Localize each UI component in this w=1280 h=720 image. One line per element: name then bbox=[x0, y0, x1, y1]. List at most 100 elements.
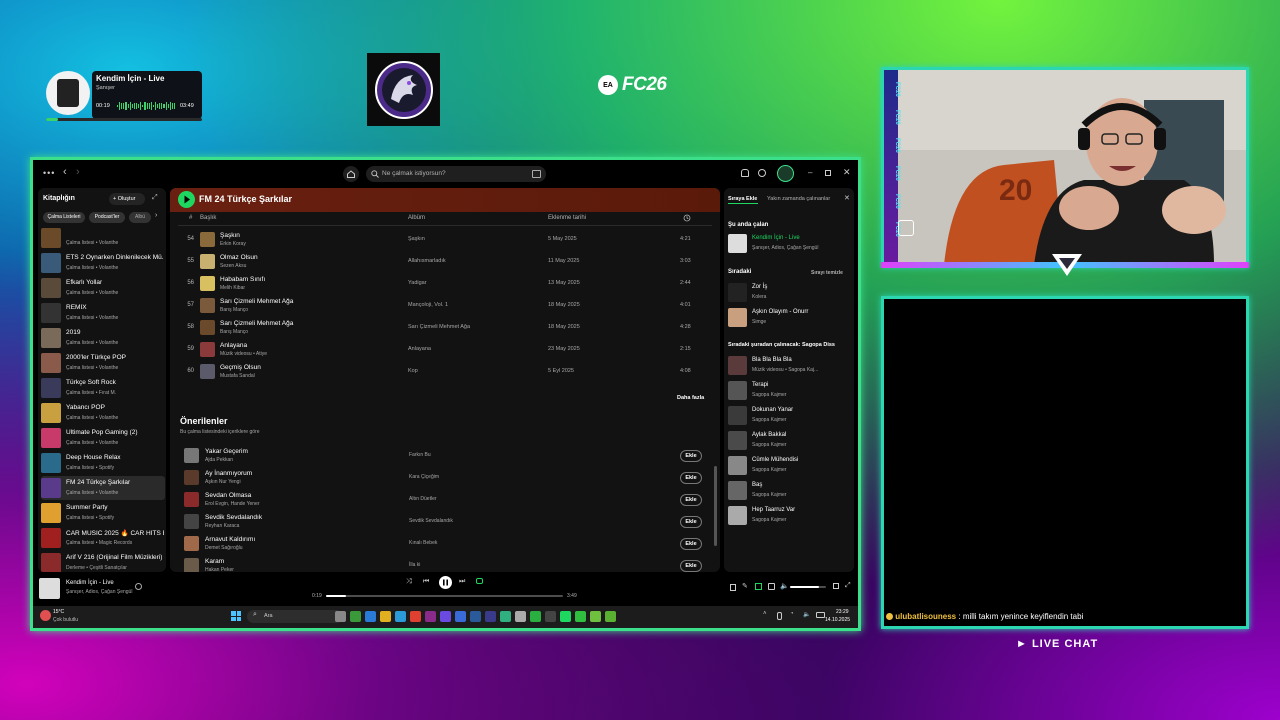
previous-icon[interactable]: ⏮ bbox=[423, 578, 429, 586]
recommendation-title[interactable]: Karam bbox=[205, 558, 224, 565]
recommendation-row[interactable]: Sevdan Olmasa Erol Evgin, Hande Yener Altı… bbox=[170, 489, 720, 511]
microphone-icon[interactable] bbox=[777, 612, 782, 620]
recommendation-album[interactable]: Altın Düetler bbox=[409, 496, 437, 502]
maximize-icon[interactable] bbox=[825, 170, 831, 176]
recommendation-title[interactable]: Sevdik Sevdalandık bbox=[205, 514, 262, 521]
recommendation-artist[interactable]: Aşkın Nur Yengi bbox=[205, 479, 241, 485]
app-icon[interactable] bbox=[500, 611, 511, 622]
next-icon[interactable]: ⏭ bbox=[459, 578, 465, 586]
track-album[interactable]: Sarı Çizmeli Mehmet Ağa bbox=[408, 324, 470, 330]
tab-queue[interactable]: Sıraya Ekle bbox=[728, 196, 757, 202]
play-button[interactable] bbox=[178, 191, 195, 208]
library-item[interactable]: 2000'ler Türkçe POP Çalma listesi • Volan… bbox=[41, 351, 165, 375]
recommendation-title[interactable]: Sevdan Olmasa bbox=[205, 492, 251, 499]
library-item[interactable]: Efkarlı Yollar Çalma listesi • Volanthe bbox=[41, 276, 165, 300]
whatsapp-icon[interactable] bbox=[530, 611, 541, 622]
track-artist[interactable]: Erkin Koray bbox=[220, 241, 246, 247]
recommendation-row[interactable]: Karam Hakan Peker İlla ki Ekle bbox=[170, 555, 720, 572]
filter-albums[interactable]: Albü bbox=[129, 212, 151, 223]
filter-playlists[interactable]: Çalma Listeleri bbox=[43, 212, 85, 223]
chatgpt-icon[interactable] bbox=[515, 611, 526, 622]
app-icon[interactable] bbox=[545, 611, 556, 622]
recommendation-album[interactable]: İlla ki bbox=[409, 562, 420, 568]
library-item[interactable]: Ultimate Pop Gaming (2) Çalma listesi • V… bbox=[41, 426, 165, 450]
edge-icon[interactable] bbox=[365, 611, 376, 622]
track-row[interactable]: 58 Sarı Çizmeli Mehmet Ağa Barış Manço Sarı… bbox=[170, 317, 720, 339]
avatar[interactable] bbox=[777, 165, 794, 182]
chrome-icon[interactable] bbox=[410, 611, 421, 622]
filter-scroll-icon[interactable]: › bbox=[155, 212, 157, 219]
recommendation-artist[interactable]: Reyhan Karaca bbox=[205, 523, 239, 529]
steam-icon[interactable] bbox=[470, 611, 481, 622]
app-icon[interactable] bbox=[485, 611, 496, 622]
obs-icon[interactable] bbox=[425, 611, 436, 622]
fullscreen-icon[interactable]: ⤢ bbox=[845, 582, 851, 590]
seek-bar[interactable] bbox=[326, 595, 563, 597]
filter-podcasts[interactable]: Podcast'ler bbox=[89, 212, 125, 223]
library-item[interactable]: ETS 2 Oynarken Dinlenilecek Mü... Çalma l… bbox=[41, 251, 165, 275]
add-button[interactable]: Ekle bbox=[680, 450, 702, 462]
play-icon[interactable] bbox=[560, 611, 571, 622]
recommendation-artist[interactable]: Demet Sağıroğlu bbox=[205, 545, 243, 551]
queue-item[interactable]: Cümle Mühendisi Sagopa Kajmer bbox=[728, 454, 852, 478]
friends-icon[interactable] bbox=[758, 169, 766, 177]
track-album[interactable]: Mançoloji, Vol. 1 bbox=[408, 302, 448, 308]
taskbar-time[interactable]: 23:29 bbox=[836, 609, 849, 615]
app-icon[interactable] bbox=[605, 611, 616, 622]
library-item[interactable]: Arif V 216 (Orijinal Film Müzikleri) Derl… bbox=[41, 551, 165, 572]
track-artist[interactable]: Barış Manço bbox=[220, 307, 248, 313]
app-icon[interactable] bbox=[455, 611, 466, 622]
track-artist[interactable]: Müzik videosu • Atiye bbox=[220, 351, 267, 357]
queue-item[interactable]: Aylak Bakkal Sagopa Kajmer bbox=[728, 429, 852, 453]
expand-icon[interactable]: ⤢ bbox=[152, 194, 158, 202]
back-icon[interactable]: ‹ bbox=[63, 166, 67, 178]
volume-icon[interactable]: 🔈 bbox=[780, 582, 789, 590]
recommendation-title[interactable]: Arnavut Kaldırımı bbox=[205, 536, 255, 543]
recommendation-album[interactable]: Sevdik Sevdalandık bbox=[409, 518, 453, 524]
add-button[interactable]: Ekle bbox=[680, 516, 702, 528]
add-button[interactable]: Ekle bbox=[680, 560, 702, 572]
track-title[interactable]: Olmaz Olsun bbox=[220, 254, 258, 261]
home-button[interactable] bbox=[343, 166, 359, 182]
weather-icon[interactable] bbox=[40, 610, 51, 621]
library-item[interactable]: Deep House Relax Çalma listesi • Spotify bbox=[41, 451, 165, 475]
track-title[interactable]: Anlayana bbox=[220, 342, 247, 349]
queue-close-icon[interactable]: ✕ bbox=[844, 194, 850, 202]
more-link[interactable]: Daha fazla bbox=[677, 395, 704, 401]
recommendation-row[interactable]: Ay İnanmıyorum Aşkın Nur Yengi Kara Çiçeği… bbox=[170, 467, 720, 489]
library-item[interactable]: CAR MUSIC 2025 🔥 CAR HITS E... Çalma list… bbox=[41, 526, 165, 550]
track-album[interactable]: Şaşkın bbox=[408, 236, 425, 242]
add-button[interactable]: Ekle bbox=[680, 472, 702, 484]
scrollbar[interactable] bbox=[714, 466, 717, 546]
track-title[interactable]: Sarı Çizmeli Mehmet Ağa bbox=[220, 320, 293, 327]
taskbar-date[interactable]: 14.10.2025 bbox=[825, 617, 850, 623]
xbox-icon[interactable] bbox=[350, 611, 361, 622]
widgets-icon[interactable] bbox=[335, 611, 346, 622]
track-artist[interactable]: Mustafa Sandal bbox=[220, 373, 255, 379]
recommendation-artist[interactable]: Ajda Pekkan bbox=[205, 457, 233, 463]
recommendation-title[interactable]: Ay İnanmıyorum bbox=[205, 470, 252, 477]
track-title[interactable]: Hababam Sınıfı bbox=[220, 276, 265, 283]
track-row[interactable]: 56 Hababam Sınıfı Melih Kibar Yadigar 13 May… bbox=[170, 273, 720, 295]
add-button[interactable]: Ekle bbox=[680, 538, 702, 550]
queue-item[interactable]: Zor İş Kolera bbox=[728, 281, 852, 305]
track-title[interactable]: Şaşkın bbox=[220, 232, 240, 239]
queue-item[interactable]: Baş Sagopa Kajmer bbox=[728, 479, 852, 503]
track-album[interactable]: Allahısmarladık bbox=[408, 258, 446, 264]
track-artist[interactable]: Barış Manço bbox=[220, 329, 248, 335]
library-item[interactable]: Yabancı POP Çalma listesi • Volanthe bbox=[41, 401, 165, 425]
recommendation-row[interactable]: Yakar Geçerim Ajda Pekkan Farkın Bu Ekle bbox=[170, 445, 720, 467]
track-row[interactable]: 57 Sarı Çizmeli Mehmet Ağa Barış Manço Manç… bbox=[170, 295, 720, 317]
taskbar-search[interactable]: ⌕ Ara bbox=[247, 610, 343, 623]
now-playing-view-icon[interactable] bbox=[730, 584, 736, 591]
recommendation-album[interactable]: Kara Çiçeğim bbox=[409, 474, 439, 480]
queue-item[interactable]: Terapi Sagopa Kajmer bbox=[728, 379, 852, 403]
player-cover[interactable] bbox=[39, 578, 60, 599]
recommendation-artist[interactable]: Hakan Peker bbox=[205, 567, 234, 572]
library-item[interactable]: FM 24 Türkçe Şarkılar Çalma listesi • Vol… bbox=[41, 476, 165, 500]
queue-item[interactable]: Bla Bla Bla Bla Müzik videosu • Sagopa Ka… bbox=[728, 354, 852, 378]
shuffle-icon[interactable]: ⤨ bbox=[406, 578, 412, 586]
recommendation-row[interactable]: Sevdik Sevdalandık Reyhan Karaca Sevdik Se… bbox=[170, 511, 720, 533]
network-icon[interactable]: ◔ bbox=[790, 611, 794, 617]
browser-icon[interactable] bbox=[395, 611, 406, 622]
